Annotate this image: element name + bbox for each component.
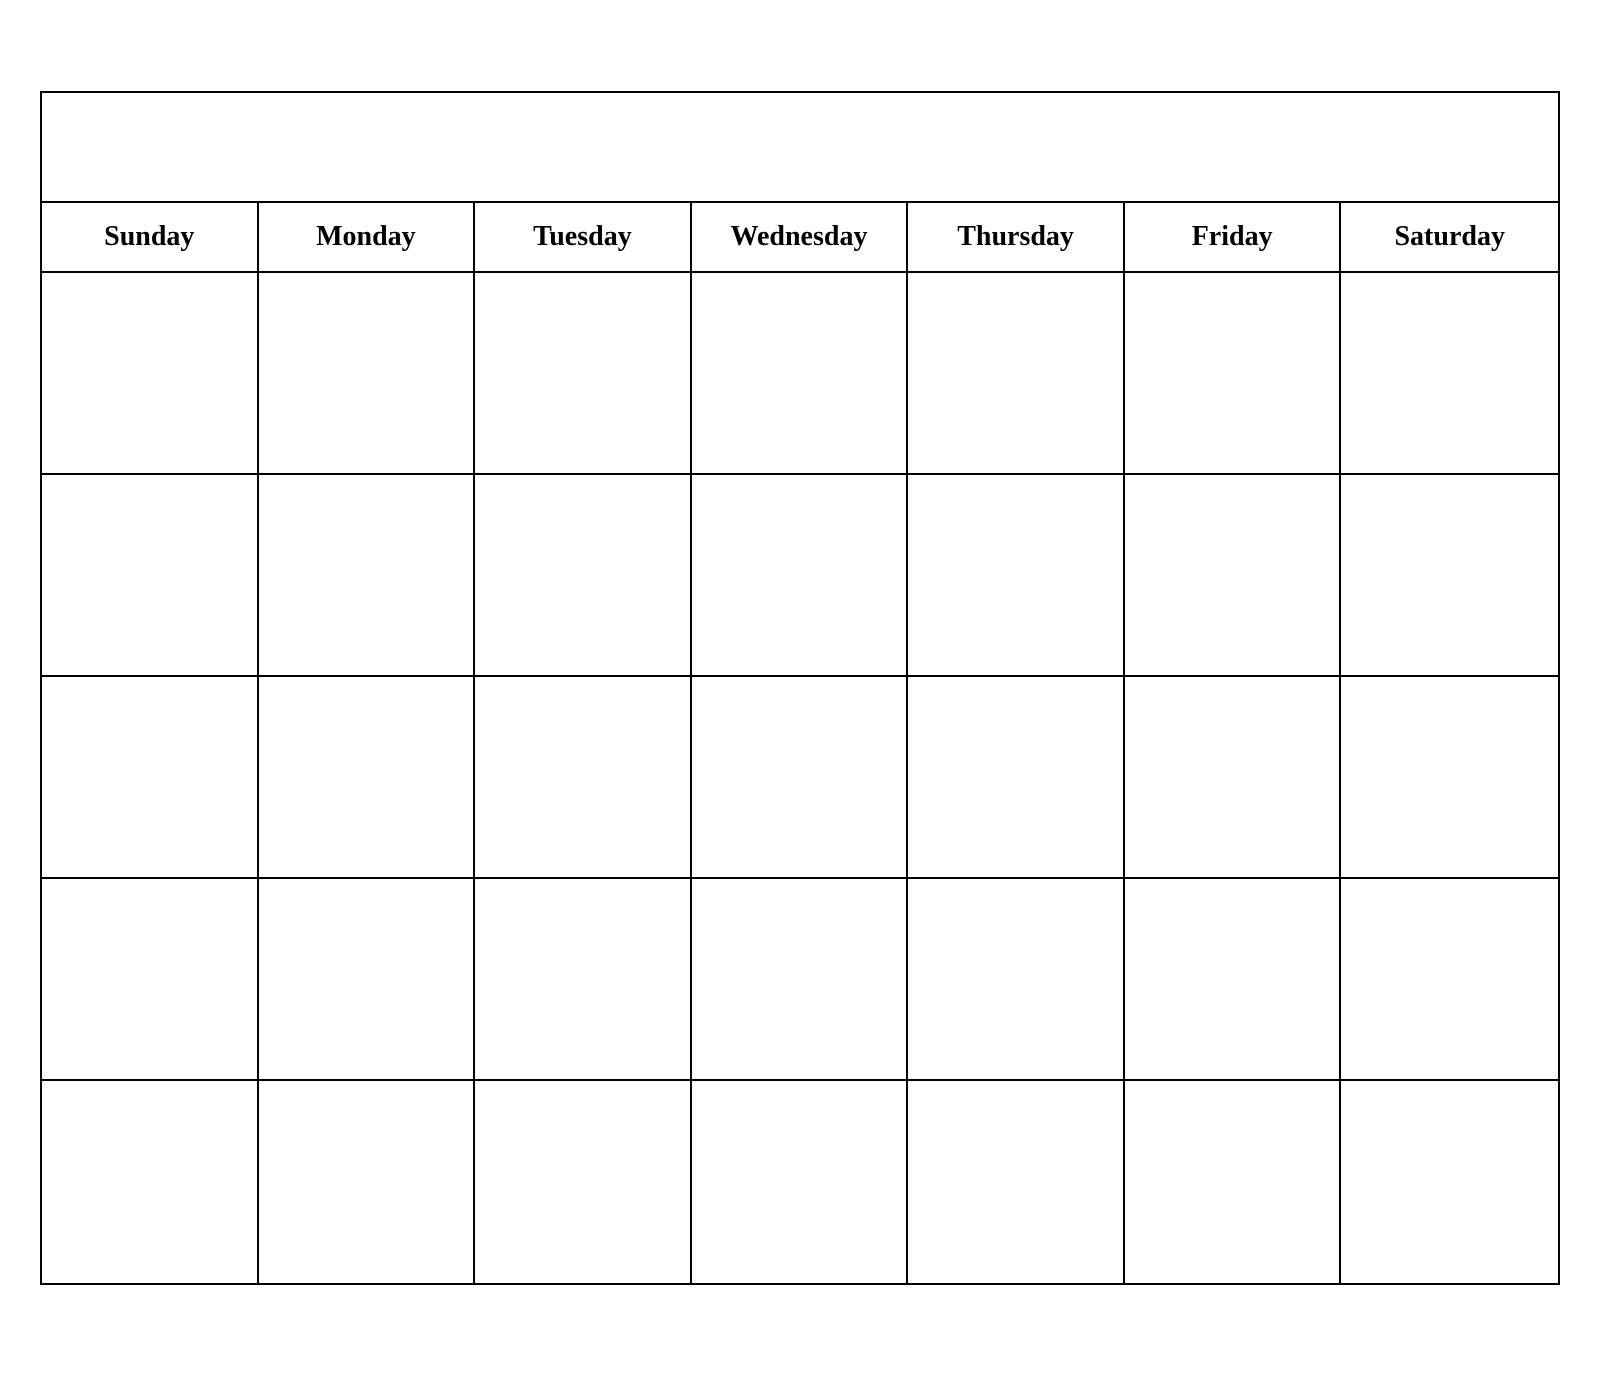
- cell-w5-sat[interactable]: [1341, 1081, 1558, 1283]
- week-row-3: [42, 677, 1558, 879]
- cell-w3-tue[interactable]: [475, 677, 692, 877]
- day-header-thursday: Thursday: [908, 203, 1125, 271]
- day-header-saturday: Saturday: [1341, 203, 1558, 271]
- cell-w5-wed[interactable]: [692, 1081, 909, 1283]
- cell-w5-tue[interactable]: [475, 1081, 692, 1283]
- day-header-tuesday: Tuesday: [475, 203, 692, 271]
- week-row-1: [42, 273, 1558, 475]
- cell-w2-thu[interactable]: [908, 475, 1125, 675]
- cell-w4-wed[interactable]: [692, 879, 909, 1079]
- cell-w4-sun[interactable]: [42, 879, 259, 1079]
- cell-w4-sat[interactable]: [1341, 879, 1558, 1079]
- cell-w3-wed[interactable]: [692, 677, 909, 877]
- cell-w1-sun[interactable]: [42, 273, 259, 473]
- cell-w3-sun[interactable]: [42, 677, 259, 877]
- cell-w4-tue[interactable]: [475, 879, 692, 1079]
- cell-w1-thu[interactable]: [908, 273, 1125, 473]
- cell-w3-mon[interactable]: [259, 677, 476, 877]
- cell-w4-thu[interactable]: [908, 879, 1125, 1079]
- cell-w3-thu[interactable]: [908, 677, 1125, 877]
- calendar-grid: [42, 273, 1558, 1283]
- cell-w1-mon[interactable]: [259, 273, 476, 473]
- week-row-2: [42, 475, 1558, 677]
- cell-w1-fri[interactable]: [1125, 273, 1342, 473]
- calendar: Sunday Monday Tuesday Wednesday Thursday…: [40, 91, 1560, 1285]
- cell-w5-mon[interactable]: [259, 1081, 476, 1283]
- cell-w1-tue[interactable]: [475, 273, 692, 473]
- cell-w5-fri[interactable]: [1125, 1081, 1342, 1283]
- day-header-monday: Monday: [259, 203, 476, 271]
- cell-w3-sat[interactable]: [1341, 677, 1558, 877]
- cell-w2-fri[interactable]: [1125, 475, 1342, 675]
- cell-w4-mon[interactable]: [259, 879, 476, 1079]
- cell-w5-sun[interactable]: [42, 1081, 259, 1283]
- cell-w1-wed[interactable]: [692, 273, 909, 473]
- week-row-4: [42, 879, 1558, 1081]
- cell-w4-fri[interactable]: [1125, 879, 1342, 1079]
- cell-w2-sat[interactable]: [1341, 475, 1558, 675]
- cell-w2-wed[interactable]: [692, 475, 909, 675]
- cell-w1-sat[interactable]: [1341, 273, 1558, 473]
- cell-w5-thu[interactable]: [908, 1081, 1125, 1283]
- day-header-friday: Friday: [1125, 203, 1342, 271]
- days-header: Sunday Monday Tuesday Wednesday Thursday…: [42, 203, 1558, 273]
- calendar-title-area: [42, 93, 1558, 203]
- week-row-5: [42, 1081, 1558, 1283]
- cell-w3-fri[interactable]: [1125, 677, 1342, 877]
- day-header-sunday: Sunday: [42, 203, 259, 271]
- cell-w2-mon[interactable]: [259, 475, 476, 675]
- day-header-wednesday: Wednesday: [692, 203, 909, 271]
- cell-w2-tue[interactable]: [475, 475, 692, 675]
- cell-w2-sun[interactable]: [42, 475, 259, 675]
